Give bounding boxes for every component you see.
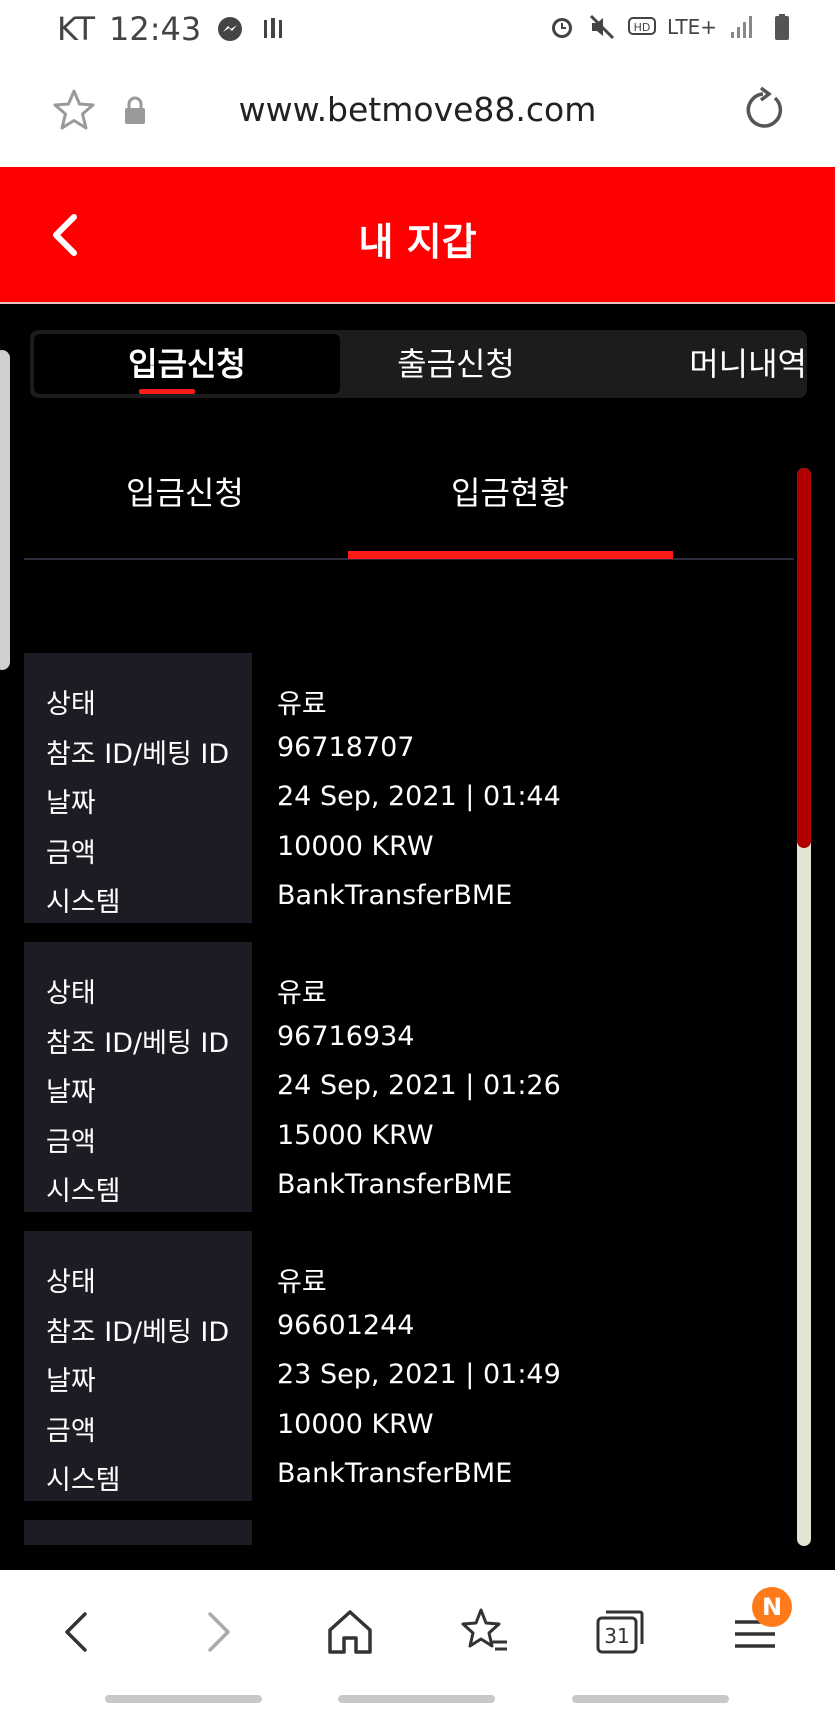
system-value: BankTransferBME (277, 880, 513, 911)
gesture-bar-home[interactable] (338, 1695, 495, 1703)
forward-icon[interactable] (188, 1602, 248, 1662)
browser-bottom-nav: 31 N (0, 1570, 835, 1716)
page-title: 내 지갑 (358, 220, 477, 264)
gesture-bar-recent[interactable] (105, 1695, 262, 1703)
ref-id-label: 참조 ID/베팅 ID (46, 1317, 230, 1348)
browser-url-bar: www.betmove88.com (0, 62, 835, 167)
status-value: 유료 (277, 1267, 327, 1298)
status-label: 상태 (46, 689, 96, 720)
subtab-deposit-status[interactable]: 입금현황 (451, 468, 569, 514)
amount-label: 금액 (46, 838, 96, 869)
date-label: 날짜 (46, 1077, 96, 1108)
tab-withdraw-request[interactable]: 출금신청 (340, 334, 572, 394)
scrollbar-thumb[interactable] (797, 468, 811, 848)
kitchen-icon (264, 18, 283, 38)
amount-value: 10000 KRW (277, 1409, 434, 1440)
url-text[interactable]: www.betmove88.com (0, 90, 835, 129)
reload-icon[interactable] (739, 86, 787, 134)
tab-deposit-request[interactable]: 입금신청 (34, 334, 340, 394)
ref-id-value: 96716934 (277, 1021, 415, 1052)
ref-id-value: 96601244 (277, 1310, 415, 1341)
home-icon[interactable] (320, 1602, 380, 1662)
svg-text:HD: HD (634, 21, 651, 34)
wallet-main-tabs: 입금신청 출금신청 머니내역 (30, 330, 807, 398)
system-value: BankTransferBME (277, 1169, 513, 1200)
back-icon[interactable] (47, 1602, 107, 1662)
hd-voice-icon: HD (628, 17, 656, 35)
battery-icon (775, 14, 789, 40)
ref-id-label: 참조 ID/베팅 ID (46, 739, 230, 770)
date-label: 날짜 (46, 1366, 96, 1397)
amount-label: 금액 (46, 1416, 96, 1447)
date-value: 24 Sep, 2021 | 01:44 (277, 781, 561, 812)
tab-count: 31 (604, 1624, 630, 1648)
system-label: 시스템 (46, 1176, 121, 1207)
ref-id-label: 참조 ID/베팅 ID (46, 1028, 230, 1059)
amount-label: 금액 (46, 1127, 96, 1158)
status-bar: KT 12:43 HD LTE+ (0, 0, 835, 62)
network-type: LTE+ (667, 15, 717, 39)
clock: 12:43 (109, 10, 202, 48)
messenger-icon (218, 17, 243, 41)
ref-id-value: 96718707 (277, 732, 415, 763)
subtab-active-indicator (348, 551, 673, 559)
amount-value: 15000 KRW (277, 1120, 434, 1151)
subtab-deposit-request[interactable]: 입금신청 (126, 468, 244, 514)
app-header: 내 지갑 (0, 167, 835, 304)
date-value: 23 Sep, 2021 | 01:49 (277, 1359, 561, 1390)
status-value: 유료 (277, 978, 327, 1009)
date-label: 날짜 (46, 788, 96, 819)
amount-value: 10000 KRW (277, 831, 434, 862)
system-label: 시스템 (46, 887, 121, 918)
alarm-icon (552, 18, 572, 38)
system-label: 시스템 (46, 1465, 121, 1496)
active-tab-underline (139, 389, 195, 394)
menu-notification-badge: N (752, 1587, 792, 1627)
carrier-label: KT (57, 10, 96, 48)
deposit-record-partial (24, 1520, 252, 1545)
bookmarks-icon[interactable] (455, 1602, 515, 1662)
tab-money-history[interactable]: 머니내역 (625, 334, 807, 394)
deposit-record: 상태 유료 참조 ID/베팅 ID 96601244 날짜 23 Sep, 20… (24, 1231, 794, 1501)
deposit-record: 상태 유료 참조 ID/베팅 ID 96716934 날짜 24 Sep, 20… (24, 942, 794, 1212)
status-label: 상태 (46, 978, 96, 1009)
mute-icon (589, 14, 615, 40)
system-value: BankTransferBME (277, 1458, 513, 1489)
deposit-record: 상태 유료 참조 ID/베팅 ID 96718707 날짜 24 Sep, 20… (24, 653, 794, 923)
edge-panel-handle[interactable] (0, 350, 10, 670)
status-value: 유료 (277, 689, 327, 720)
signal-icon (731, 16, 752, 38)
gesture-bar-back[interactable] (572, 1695, 729, 1703)
date-value: 24 Sep, 2021 | 01:26 (277, 1070, 561, 1101)
status-label: 상태 (46, 1267, 96, 1298)
